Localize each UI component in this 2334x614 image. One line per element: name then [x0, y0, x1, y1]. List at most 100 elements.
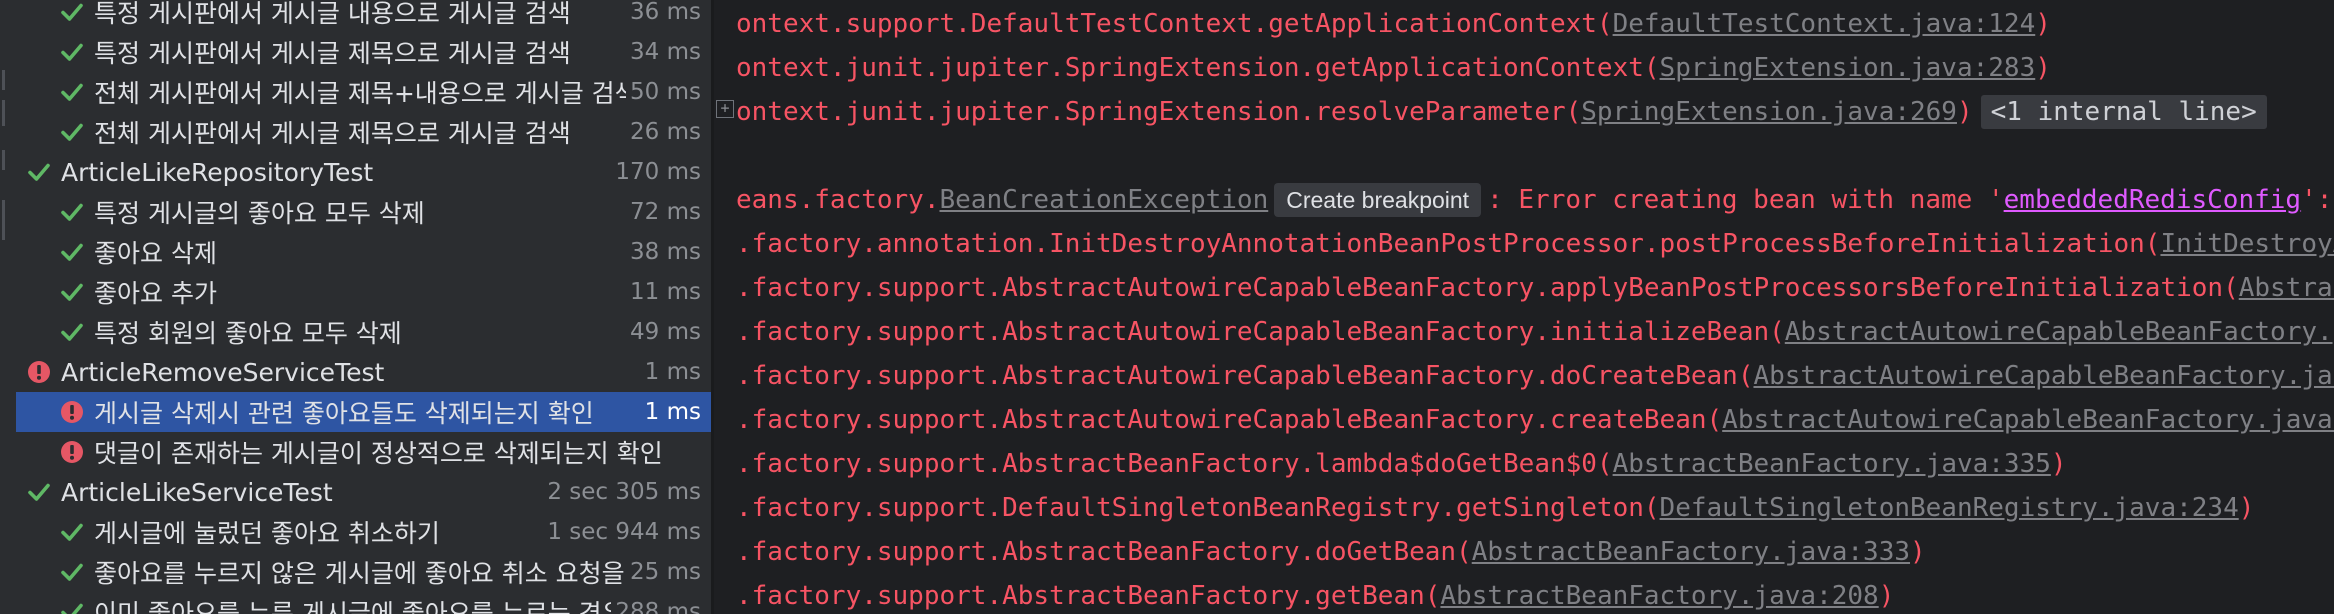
stacktrace-text: .factory.support.AbstractBeanFactory.lam…	[736, 449, 1613, 479]
check-icon	[59, 519, 85, 545]
gutter-marker	[2, 150, 5, 170]
stacktrace-line: .factory.annotation.InitDestroyAnnotatio…	[736, 222, 2334, 266]
test-name: ArticleRemoveServiceTest	[61, 357, 385, 387]
test-name: 좋아요를 누르지 않은 게시글에 좋아요 취소 요청을 !	[94, 559, 627, 588]
test-duration: 36 ms	[630, 0, 701, 25]
test-class-row[interactable]: ArticleLikeRepositoryTest 170 ms	[16, 152, 711, 192]
gutter-marker	[2, 200, 5, 240]
source-link[interactable]: DefaultTestContext.java:124	[1613, 9, 2036, 39]
error-icon	[26, 359, 52, 385]
stacktrace-line: .factory.support.AbstractAutowireCapable…	[736, 398, 2334, 442]
check-icon	[59, 279, 85, 305]
source-link[interactable]: AbstractAutowireCapableBeanFactory.j	[1785, 317, 2334, 347]
test-case-row[interactable]: 특정 게시글의 좋아요 모두 삭제 72 ms	[16, 192, 711, 232]
test-case-row[interactable]: 댓글이 존재하는 게시글이 정상적으로 삭제되는지 확인	[16, 432, 711, 472]
error-icon	[59, 399, 85, 425]
stacktrace-text: ontext.junit.jupiter.SpringExtension.res…	[736, 97, 1582, 127]
source-link[interactable]: SpringExtension.java:283	[1660, 53, 2036, 83]
test-name: 좋아요 추가	[94, 279, 217, 308]
check-icon	[59, 119, 85, 145]
test-case-row[interactable]: 전체 게시판에서 게시글 제목으로 게시글 검색 26 ms	[16, 112, 711, 152]
test-duration: 34 ms	[630, 39, 701, 65]
test-case-row[interactable]: 특정 게시판에서 게시글 제목으로 게시글 검색 34 ms	[16, 32, 711, 72]
error-icon	[59, 439, 85, 465]
stacktrace-text: )	[1956, 97, 1973, 127]
stacktrace-text: )	[2035, 53, 2051, 83]
test-name: ArticleLikeRepositoryTest	[61, 157, 374, 187]
stacktrace-text: )	[2035, 9, 2051, 39]
source-link[interactable]: SpringExtension.java:269	[1581, 97, 1957, 127]
stacktrace-text: .factory.support.AbstractAutowireCapable…	[736, 273, 2239, 303]
check-icon	[59, 39, 85, 65]
test-case-row[interactable]: 전체 게시판에서 게시글 제목+내용으로 게시글 검색 50 ms	[16, 72, 711, 112]
test-duration: 50 ms	[630, 79, 701, 105]
create-breakpoint-button[interactable]: Create breakpoint	[1274, 183, 1482, 217]
test-case-row[interactable]: 좋아요 삭제 38 ms	[16, 232, 711, 272]
stacktrace-line: .factory.support.AbstractAutowireCapable…	[736, 354, 2334, 398]
test-case-row[interactable]: 특정 회원의 좋아요 모두 삭제 49 ms	[16, 312, 711, 352]
stacktrace-text: .factory.annotation.InitDestroyAnnotatio…	[736, 229, 2161, 259]
check-icon	[59, 319, 85, 345]
test-duration: 1 sec 944 ms	[547, 519, 701, 545]
stacktrace-text: .factory.support.AbstractAutowireCapable…	[736, 405, 1723, 435]
test-duration: 72 ms	[630, 199, 701, 225]
test-case-row[interactable]: 게시글 삭제시 관련 좋아요들도 삭제되는지 확인 1 ms	[16, 392, 711, 432]
test-class-row[interactable]: ArticleRemoveServiceTest 1 ms	[16, 352, 711, 392]
test-duration: 288 ms	[615, 599, 701, 614]
bean-name-link[interactable]: embeddedRedisConfig	[2004, 185, 2301, 215]
test-results-tree[interactable]: 특정 게시판에서 게시글 내용으로 게시글 검색 36 ms 특정 게시판에서 게시…	[16, 0, 711, 614]
console-output[interactable]: + ontext.support.DefaultTestContext.getA…	[714, 0, 2334, 614]
source-link[interactable]: InitDestroyA	[2160, 229, 2334, 259]
internal-lines-toggle[interactable]: <1 internal line>	[1980, 95, 2267, 129]
stacktrace-line: ontext.junit.jupiter.SpringExtension.get…	[736, 46, 2051, 90]
test-duration: 2 sec 305 ms	[547, 479, 701, 505]
test-name: 전체 게시판에서 게시글 제목+내용으로 게시글 검색	[94, 79, 627, 108]
test-name: 좋아요 삭제	[94, 239, 217, 268]
stacktrace-line: ontext.support.DefaultTestContext.getApp…	[736, 2, 2051, 46]
test-name: 이미 좋아요를 누른 게시글에 좋아요를 누르는 경우	[94, 599, 612, 614]
test-duration: 49 ms	[630, 319, 701, 345]
stacktrace-text: )	[2050, 449, 2067, 479]
check-icon	[59, 0, 85, 25]
test-duration: 1 ms	[644, 359, 701, 385]
test-name: 특정 게시판에서 게시글 제목으로 게시글 검색	[94, 39, 571, 68]
test-case-row[interactable]: 이미 좋아요를 누른 게시글에 좋아요를 누르는 경우 288 ms	[16, 592, 711, 614]
stacktrace-line: ontext.junit.jupiter.SpringExtension.res…	[736, 90, 2267, 134]
gutter-marker	[2, 100, 5, 126]
expand-fold-icon[interactable]: +	[716, 100, 734, 118]
test-name: 특정 회원의 좋아요 모두 삭제	[94, 319, 402, 348]
check-icon	[59, 559, 85, 585]
stacktrace-text: .factory.support.DefaultSingletonBeanReg…	[736, 493, 1660, 523]
stacktrace-text: )	[1878, 581, 1895, 611]
test-case-row[interactable]: 게시글에 눌렀던 좋아요 취소하기 1 sec 944 ms	[16, 512, 711, 552]
source-link[interactable]: AbstractAutowireCapableBeanFactory.jav	[1753, 361, 2334, 391]
test-class-row[interactable]: ArticleLikeServiceTest 2 sec 305 ms	[16, 472, 711, 512]
stacktrace-line: .factory.support.AbstractBeanFactory.get…	[736, 574, 1894, 614]
test-name: 게시글에 눌렀던 좋아요 취소하기	[94, 519, 440, 548]
source-link[interactable]: DefaultSingletonBeanRegistry.java:234	[1660, 493, 2239, 523]
test-name: ArticleLikeServiceTest	[61, 477, 333, 507]
test-duration: 11 ms	[630, 279, 701, 305]
source-link[interactable]: AbstractBeanFactory.java:335	[1613, 449, 2051, 479]
stacktrace-text: )	[1910, 537, 1926, 567]
stacktrace-text: eans.factory.	[736, 185, 940, 215]
test-name: 댓글이 존재하는 게시글이 정상적으로 삭제되는지 확인	[94, 439, 663, 468]
test-name: 특정 게시글의 좋아요 모두 삭제	[94, 199, 425, 228]
source-link[interactable]: BeanCreationException	[940, 185, 1269, 215]
test-duration: 26 ms	[630, 119, 701, 145]
test-case-row[interactable]: 좋아요를 누르지 않은 게시글에 좋아요 취소 요청을 ! 25 ms	[16, 552, 711, 592]
test-name: 전체 게시판에서 게시글 제목으로 게시글 검색	[94, 119, 571, 148]
source-link[interactable]: AbstractBeanFactory.java:333	[1472, 537, 1910, 567]
source-link[interactable]: Abstrac	[2239, 273, 2334, 303]
stacktrace-line: .factory.support.AbstractBeanFactory.lam…	[736, 442, 2067, 486]
stacktrace-line: .factory.support.DefaultSingletonBeanReg…	[736, 486, 2254, 530]
stacktrace-text: ontext.junit.jupiter.SpringExtension.get…	[736, 53, 1660, 83]
check-icon	[59, 199, 85, 225]
test-name: 게시글 삭제시 관련 좋아요들도 삭제되는지 확인	[94, 399, 594, 428]
check-icon	[59, 599, 85, 614]
source-link[interactable]: AbstractAutowireCapableBeanFactory.java:	[1722, 405, 2334, 435]
test-case-row[interactable]: 좋아요 추가 11 ms	[16, 272, 711, 312]
source-link[interactable]: AbstractBeanFactory.java:208	[1440, 581, 1878, 611]
test-case-row[interactable]: 특정 게시판에서 게시글 내용으로 게시글 검색 36 ms	[16, 0, 711, 32]
test-name: 특정 게시판에서 게시글 내용으로 게시글 검색	[94, 0, 571, 28]
